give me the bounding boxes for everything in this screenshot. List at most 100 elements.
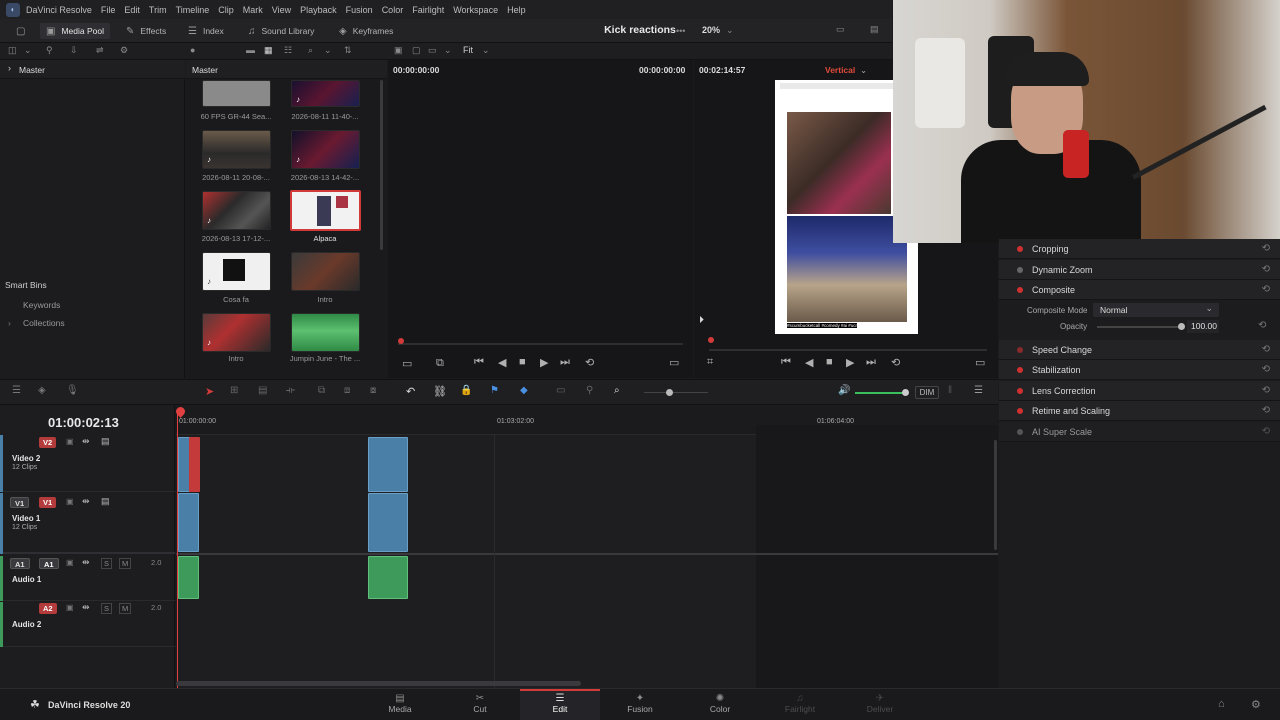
clip-thumbnail[interactable] — [291, 252, 360, 291]
track-name[interactable]: Video 2 — [12, 454, 40, 463]
step-back-icon[interactable]: ◀ — [805, 356, 813, 369]
chevron-down-icon[interactable]: ⌄ — [726, 25, 734, 36]
playhead-line[interactable] — [177, 413, 178, 688]
inspector-dynamic-zoom[interactable]: Dynamic Zoom ⟲ — [999, 260, 1280, 280]
menu-view[interactable]: View — [272, 5, 291, 15]
flag-icon[interactable]: ⚑ — [490, 385, 499, 396]
zoom-level[interactable]: 20% — [702, 25, 720, 35]
composite-mode-select[interactable]: Normal ⌄ — [1093, 303, 1219, 317]
video-clip[interactable] — [178, 493, 199, 552]
match-frame-icon[interactable]: ▭ — [669, 356, 679, 369]
columns-view-icon[interactable]: ☷ — [284, 45, 292, 56]
clip-view-icon[interactable]: ▢ — [412, 45, 421, 56]
clip-thumbnail[interactable]: ♪ — [291, 80, 360, 107]
speaker-icon[interactable]: 🔊 — [838, 385, 850, 396]
clip-thumbnail[interactable]: ♪ — [202, 191, 271, 230]
page-tab-fusion[interactable]: ✦ Fusion — [600, 689, 680, 720]
solo-button[interactable]: S — [101, 603, 113, 614]
metadata-icon[interactable]: ⚙ — [120, 45, 128, 56]
reset-icon[interactable]: ⟲ — [1262, 243, 1270, 254]
insert-icon[interactable]: ⧉ — [436, 357, 444, 370]
timeline-timecode[interactable]: 01:00:02:13 — [48, 415, 119, 430]
clip-thumbnail-selected[interactable] — [290, 190, 361, 231]
zoom-detail-icon[interactable]: ⚲ — [586, 385, 593, 396]
mute-button[interactable]: M — [119, 558, 132, 569]
sort-icon[interactable]: ⇅ — [344, 45, 352, 56]
track-id[interactable]: A1 — [39, 558, 59, 569]
volume-handle[interactable] — [902, 389, 909, 396]
page-tab-media[interactable]: ▤ Media — [360, 689, 440, 720]
stop-icon[interactable]: ■ — [826, 356, 833, 368]
page-tab-color[interactable]: ✺ Color — [680, 689, 760, 720]
page-tab-deliver[interactable]: ✈ Deliver — [840, 689, 920, 720]
link-icon[interactable]: ⛓ — [433, 385, 447, 398]
inspector-speed-change[interactable]: Speed Change ⟲ — [999, 340, 1280, 360]
stop-icon[interactable]: ■ — [519, 356, 526, 368]
chevron-down-icon[interactable]: ⌄ — [482, 45, 490, 56]
dim-button[interactable]: DIM — [915, 386, 939, 399]
link-icon[interactable]: ⇌ — [96, 45, 104, 56]
match-frame-icon[interactable]: ▭ — [975, 356, 985, 369]
search-icon[interactable]: ⌕ — [308, 45, 313, 56]
solo-button[interactable]: S — [101, 558, 113, 569]
auto-select-icon[interactable]: ⇹ — [82, 602, 90, 613]
opacity-value-field[interactable]: 100.00 — [1187, 320, 1219, 333]
inspector-composite[interactable]: Composite ⟲ — [999, 280, 1280, 300]
lock-icon[interactable]: 🔒 — [460, 385, 472, 396]
crop-transform-icon[interactable]: ⌗ — [707, 356, 713, 369]
menu-app[interactable]: DaVinci Resolve — [26, 5, 92, 15]
chevron-down-icon[interactable]: ⌄ — [444, 45, 452, 56]
opacity-slider[interactable] — [1097, 326, 1181, 328]
chevron-down-icon[interactable]: ⌄ — [860, 65, 867, 76]
timeline-playhead[interactable] — [708, 337, 714, 343]
snapping-icon[interactable]: ↶ — [406, 385, 415, 398]
overwrite-clip-icon[interactable]: ⧈ — [344, 385, 350, 396]
meter-icon[interactable]: ‖ — [948, 385, 952, 396]
page-tab-edit[interactable]: ☰ Edit — [520, 689, 600, 720]
keywords-bin[interactable]: Keywords — [23, 300, 60, 310]
play-icon[interactable]: ▶ — [846, 356, 854, 369]
reset-icon[interactable]: ⟲ — [1262, 284, 1270, 295]
auto-select-icon[interactable]: ⇹ — [82, 557, 90, 568]
mute-button[interactable]: M — [119, 603, 132, 614]
track-name[interactable]: Audio 2 — [12, 620, 41, 629]
chevron-right-icon[interactable]: › — [8, 318, 11, 328]
video-clip[interactable] — [368, 493, 408, 552]
selection-tool-icon[interactable]: ➤ — [205, 385, 214, 398]
enable-toggle[interactable] — [1017, 246, 1023, 252]
menu-edit[interactable]: Edit — [124, 5, 140, 15]
cinema-icon[interactable]: ▭ — [428, 45, 437, 56]
lock-icon[interactable]: ▣ — [66, 603, 74, 612]
menu-timeline[interactable]: Timeline — [176, 5, 210, 15]
enable-toggle[interactable] — [1017, 287, 1023, 293]
volume-slider[interactable] — [855, 392, 905, 394]
horizontal-scrollbar[interactable] — [176, 681, 581, 686]
lock-icon[interactable]: ▣ — [66, 558, 74, 567]
timeline-name-dropdown[interactable]: Vertical — [825, 65, 855, 75]
clip-thumbnail[interactable]: ♪ — [202, 130, 271, 169]
step-back-icon[interactable]: ◀ — [498, 356, 506, 369]
auto-select-icon[interactable]: ⇹ — [82, 496, 90, 507]
menu-trim[interactable]: Trim — [149, 5, 167, 15]
enable-toggle[interactable] — [1017, 347, 1023, 353]
video-clip-selected[interactable] — [189, 437, 200, 492]
clip-thumbnail[interactable]: ♪ — [202, 313, 271, 352]
marker-icon[interactable]: ◆ — [520, 385, 528, 396]
loop-icon[interactable]: ⟲ — [585, 356, 594, 369]
timeline-track-area[interactable]: 01:00:00:00 01:03:02:00 01:06:04:00 — [174, 405, 998, 688]
image-icon[interactable]: ▣ — [394, 45, 403, 56]
source-patch-a1[interactable]: A1 — [10, 558, 30, 569]
lock-icon[interactable]: ▣ — [66, 437, 74, 446]
menu-fairlight[interactable]: Fairlight — [412, 5, 444, 15]
source-playhead[interactable] — [398, 338, 404, 344]
play-icon[interactable]: ▶ — [540, 356, 548, 369]
media-pool-button[interactable]: ▣ Media Pool — [40, 23, 110, 39]
blade-tool-icon[interactable]: ⟛ — [286, 385, 295, 396]
inspector-stabilization[interactable]: Stabilization ⟲ — [999, 360, 1280, 380]
list-view-icon[interactable]: ▬ — [246, 45, 255, 55]
menu-help[interactable]: Help — [507, 5, 526, 15]
reset-icon[interactable]: ⟲ — [1258, 320, 1266, 331]
bin-icon[interactable]: ⚲ — [46, 45, 53, 56]
menu-workspace[interactable]: Workspace — [453, 5, 498, 15]
menu-color[interactable]: Color — [382, 5, 404, 15]
